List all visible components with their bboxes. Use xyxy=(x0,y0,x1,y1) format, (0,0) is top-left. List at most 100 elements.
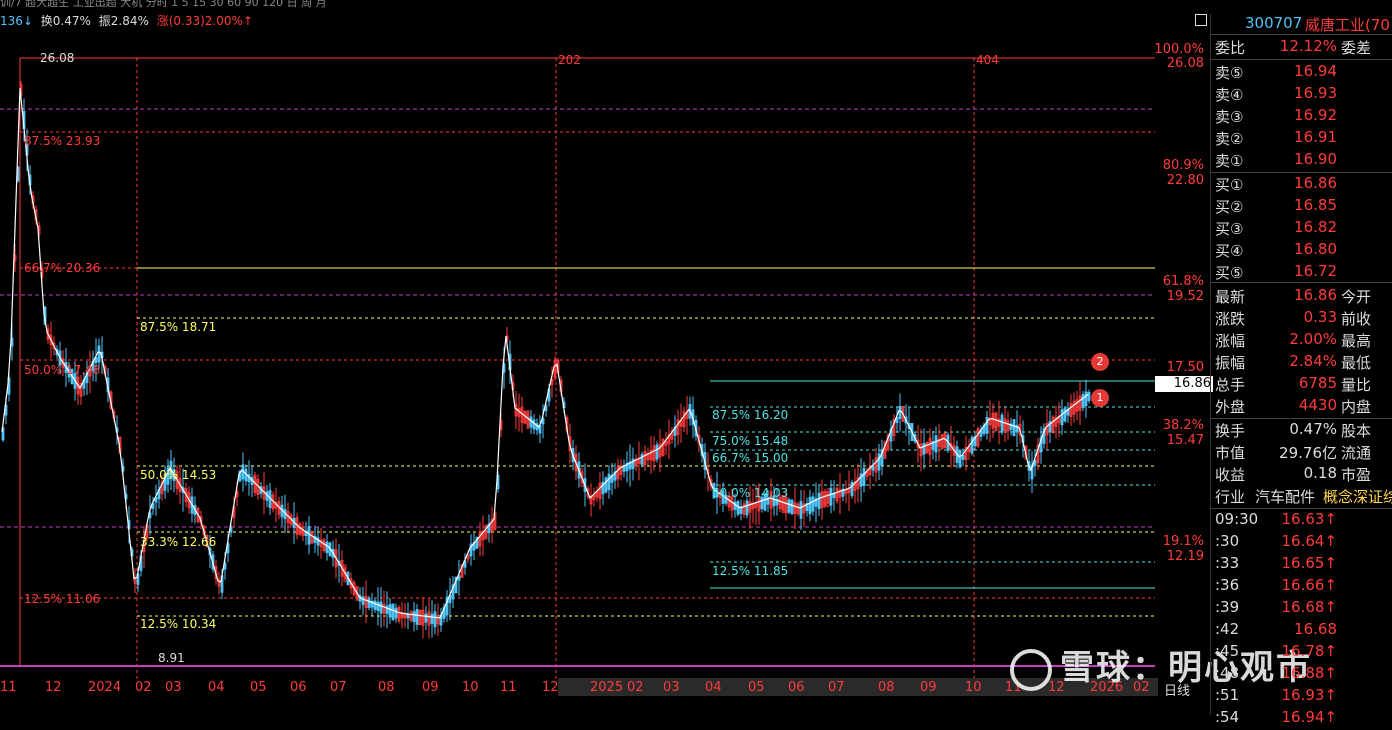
candle-body xyxy=(391,603,395,621)
candle-body xyxy=(388,604,392,618)
quote-label: 总手 xyxy=(1215,376,1246,394)
quote-row: 最新 16.86 今开 xyxy=(1211,286,1392,308)
fib-left-label: 12.5% 11.06 xyxy=(24,592,100,606)
industry-value[interactable]: 汽车配件 xyxy=(1255,486,1315,507)
axis-price-4: 17.50 xyxy=(1166,360,1204,375)
buy-label: 买③ xyxy=(1215,220,1244,238)
industry-row: 行业 汽车配件 概念深证综 xyxy=(1211,486,1392,508)
candlestick-chart[interactable]: 26.08 8.91 202 404 87.5% 23.93 66.7% 20.36 50.… xyxy=(0,30,1155,680)
stock-name: 威唐工业(70 xyxy=(1305,16,1390,34)
marker-badge-2[interactable]: 2 xyxy=(1091,353,1109,371)
current-price-tag: 16.86 xyxy=(1155,376,1213,392)
candle-body xyxy=(862,467,866,487)
tick-row: :48 16.88↑ xyxy=(1211,664,1392,686)
concept-value[interactable]: 概念深证综 xyxy=(1323,486,1392,507)
industry-label: 行业 xyxy=(1215,488,1246,506)
candle-body xyxy=(961,454,965,460)
stat-turnover: 换0.47% xyxy=(40,14,91,28)
time-tick: 06 xyxy=(788,680,805,695)
candle-body xyxy=(787,499,791,513)
buy-price: 16.82 xyxy=(1294,218,1337,236)
tick-time: :54 xyxy=(1215,708,1240,726)
candle-body xyxy=(733,501,737,510)
tick-row: :30 16.64↑ xyxy=(1211,532,1392,554)
time-tick: 06 xyxy=(290,680,307,695)
candle-body xyxy=(985,416,989,434)
tick-time: 09:30 xyxy=(1215,510,1259,528)
tick-row: :54 16.94↑ xyxy=(1211,708,1392,730)
axis-price-5: 15.47 xyxy=(1166,433,1204,448)
tick-row: :45 16.78↑ xyxy=(1211,642,1392,664)
buy-row: 买① 16.86 xyxy=(1211,174,1392,196)
tick-time: :51 xyxy=(1215,686,1240,704)
buy-row: 买⑤ 16.72 xyxy=(1211,262,1392,284)
candle-body xyxy=(361,596,365,605)
quote-label-2: 量比 xyxy=(1341,376,1372,394)
time-tick: 09 xyxy=(920,680,937,695)
time-tick: 10 xyxy=(462,680,479,695)
quote-label: 振幅 xyxy=(1215,354,1246,372)
tick-time: :30 xyxy=(1215,532,1240,550)
axis-price-3: 19.52 xyxy=(1166,289,1204,304)
info-value: 0.18 xyxy=(1303,464,1337,482)
fib-mid-label: 33.3% 12.66 xyxy=(140,535,216,549)
tick-price: 16.78↑ xyxy=(1281,642,1337,660)
divider xyxy=(1211,59,1392,60)
tick-row: 09:30 16.63↑ xyxy=(1211,510,1392,532)
high-label: 26.08 xyxy=(40,51,74,65)
buy-price: 16.80 xyxy=(1294,240,1337,258)
time-tick: 04 xyxy=(208,680,225,695)
tick-price: 16.65↑ xyxy=(1281,554,1337,572)
candle-body xyxy=(379,601,383,614)
divider xyxy=(1211,282,1392,283)
candle-body xyxy=(1081,394,1085,408)
info-row: 换手 0.47% 股本 xyxy=(1211,420,1392,442)
candle-body xyxy=(811,496,815,512)
tick-row: :36 16.66↑ xyxy=(1211,576,1392,598)
time-tick: 03 xyxy=(165,680,182,695)
buy-label: 买⑤ xyxy=(1215,264,1244,282)
marker-404: 404 xyxy=(976,53,999,67)
candle-body xyxy=(97,345,101,363)
candle-body xyxy=(394,607,398,619)
toolbar-text: 训/7 超大超生 工业出超 大机 分时 1 5 15 30 60 90 120 … xyxy=(0,0,327,9)
tick-time: :39 xyxy=(1215,598,1240,616)
tick-price: 16.63↑ xyxy=(1281,510,1337,528)
candle-body xyxy=(790,499,794,515)
tick-time: :48 xyxy=(1215,664,1240,682)
sell-label: 卖① xyxy=(1215,152,1244,170)
tick-time: :45 xyxy=(1215,642,1240,660)
candle-body xyxy=(799,501,803,519)
info-row: 市值 29.76亿 流通 xyxy=(1211,442,1392,464)
candle-body xyxy=(1000,414,1004,433)
candle-body xyxy=(607,473,611,491)
axis-pct-3: 61.8% xyxy=(1162,274,1204,289)
sell-price: 16.91 xyxy=(1294,128,1337,146)
ratio-value: 12.12% xyxy=(1279,37,1337,55)
tick-price: 16.68↑ xyxy=(1281,598,1337,616)
fib-left-label: 50.0% 17.48 xyxy=(24,363,100,377)
candle-body xyxy=(736,501,740,515)
fib-right-label: 66.7% 15.00 xyxy=(712,451,788,465)
candle-body xyxy=(1087,391,1091,402)
candle-body xyxy=(1084,391,1088,407)
time-tick: 05 xyxy=(748,680,765,695)
sell-label: 卖④ xyxy=(1215,86,1244,104)
time-tick: 02 xyxy=(627,680,644,695)
candle-body xyxy=(430,613,434,624)
tick-price: 16.88↑ xyxy=(1281,664,1337,682)
quote-value: 6785 xyxy=(1298,374,1337,392)
time-tick: 08 xyxy=(878,680,895,695)
sell-price: 16.92 xyxy=(1294,106,1337,124)
axis-pct-2: 80.9% xyxy=(1162,158,1204,173)
price-axis: 100.0% 26.08 80.9% 22.80 61.8% 19.52 17.… xyxy=(1154,14,1210,680)
buy-row: 买③ 16.82 xyxy=(1211,218,1392,240)
divider xyxy=(1211,34,1392,35)
candle-body xyxy=(373,600,377,610)
marker-badge-1[interactable]: 1 xyxy=(1091,389,1109,407)
time-tick: 09 xyxy=(422,680,439,695)
fib-mid-label: 50.0% 14.53 xyxy=(140,468,216,482)
quote-label: 外盘 xyxy=(1215,398,1246,416)
quote-label-2: 内盘 xyxy=(1341,398,1372,416)
candle-body xyxy=(1012,419,1016,437)
